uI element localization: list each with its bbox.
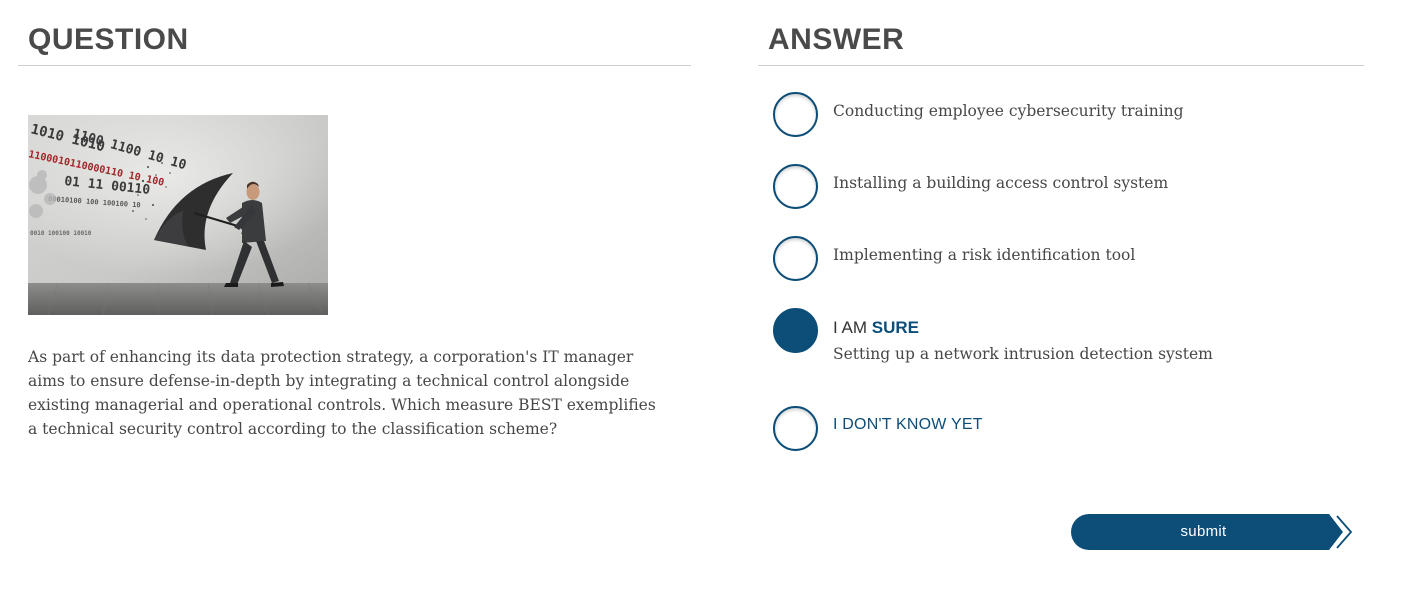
question-heading: QUESTION <box>28 23 189 56</box>
confidence-label: I AM SURE <box>833 318 919 338</box>
radio-button-selected[interactable] <box>773 308 818 353</box>
radio-button[interactable] <box>773 236 818 281</box>
answer-option-label: Conducting employee cybersecurity traini… <box>833 102 1184 120</box>
man-with-umbrella-icon: 1010 1010 1100 1100 10 10 11000101100001… <box>28 115 328 315</box>
answer-heading: ANSWER <box>768 23 905 56</box>
answer-option-1[interactable]: Conducting employee cybersecurity traini… <box>773 92 1333 138</box>
answer-option-dont-know[interactable]: I DON'T KNOW YET <box>773 406 1333 452</box>
submit-button[interactable]: submit <box>1071 514 1356 552</box>
question-image: 1010 1010 1100 1100 10 10 11000101100001… <box>28 115 328 315</box>
question-divider <box>18 65 691 66</box>
submit-label: submit <box>1180 523 1227 540</box>
radio-button[interactable] <box>773 406 818 451</box>
selected-answer-label: Setting up a network intrusion detection… <box>833 345 1213 363</box>
question-text: As part of enhancing its data protection… <box>28 348 656 438</box>
binary-row: 0010 100100 10010 <box>30 230 92 237</box>
answer-option-sure[interactable]: I AM SURE Setting up a network intrusion… <box>773 308 1333 370</box>
confidence-emphasis: SURE <box>871 318 919 337</box>
radio-button[interactable] <box>773 92 818 137</box>
answer-divider <box>758 65 1364 66</box>
dont-know-label: I DON'T KNOW YET <box>833 416 983 433</box>
answer-option-3[interactable]: Implementing a risk identification tool <box>773 236 1333 282</box>
radio-button[interactable] <box>773 164 818 209</box>
answer-option-label: Implementing a risk identification tool <box>833 246 1136 264</box>
answer-option-label: Installing a building access control sys… <box>833 174 1169 192</box>
answer-option-2[interactable]: Installing a building access control sys… <box>773 164 1333 210</box>
confidence-prefix: I AM <box>833 318 868 337</box>
